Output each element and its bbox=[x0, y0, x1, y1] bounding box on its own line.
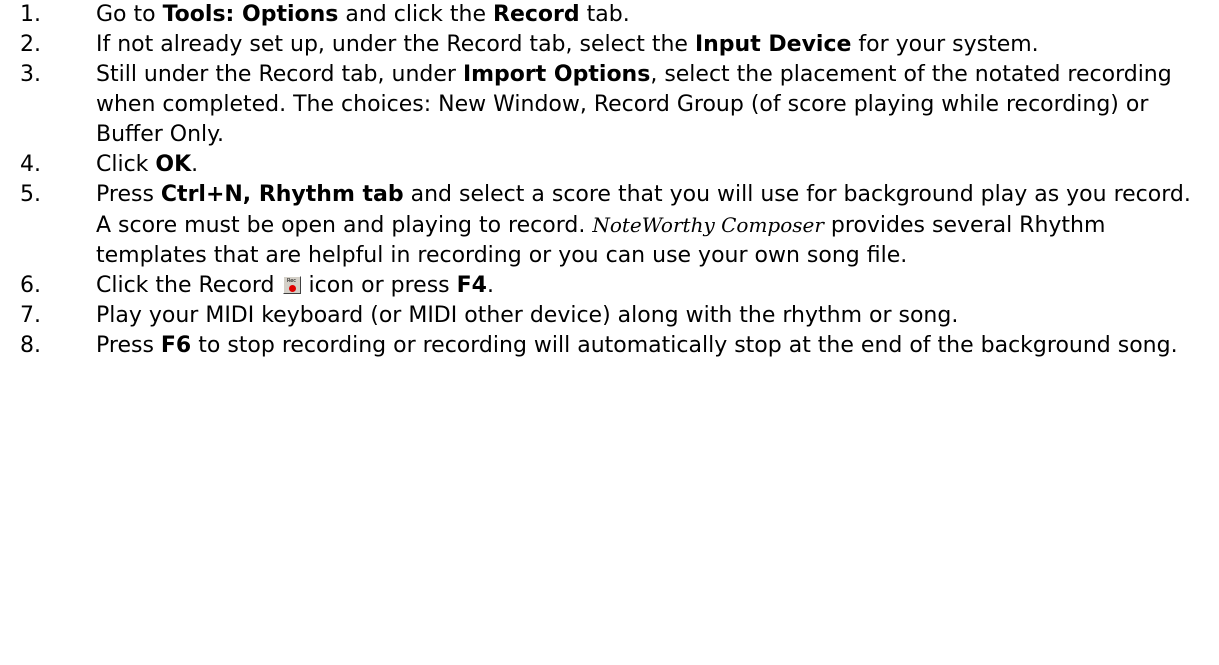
list-item: 7. Play your MIDI keyboard (or MIDI other… bbox=[0, 301, 1219, 331]
step-text: Still under the Record tab, under bbox=[96, 62, 463, 87]
tab-name: Record bbox=[493, 2, 580, 27]
shortcut-text: F6 bbox=[160, 333, 192, 358]
step-number: 7. bbox=[20, 303, 41, 328]
shortcut-text: F4 bbox=[456, 273, 487, 298]
record-dot bbox=[288, 285, 296, 292]
step-text: Press bbox=[96, 182, 161, 207]
list-item: 8. Press F6 to stop recording or recordin… bbox=[0, 331, 1219, 361]
step-text: Click bbox=[96, 152, 156, 177]
step-text: for your system. bbox=[851, 32, 1039, 57]
list-item: 2. If not already set up, under the Recor… bbox=[0, 30, 1219, 60]
step-number: 3. bbox=[20, 62, 41, 87]
product-name: NoteWorthy Composer bbox=[592, 213, 824, 237]
record-icon: Rec bbox=[282, 276, 301, 294]
step-text: . bbox=[486, 273, 494, 298]
step-number: 8. bbox=[20, 333, 41, 358]
list-item: 3. Still under the Record tab, under Impo… bbox=[0, 60, 1219, 150]
list-item: 6. Click the Record Rec icon or press F4. bbox=[0, 271, 1219, 301]
button-name: OK bbox=[155, 152, 192, 177]
step-text: Play your MIDI keyboard (or MIDI other d… bbox=[96, 303, 959, 328]
list-item: 1. Go to Tools: Options and click the Rec… bbox=[0, 0, 1219, 30]
step-text: Click the Record bbox=[96, 273, 275, 298]
step-text: . bbox=[191, 152, 199, 177]
step-text: tab. bbox=[579, 2, 630, 27]
list-item: 5. Press Ctrl+N, Rhythm tab and select a … bbox=[0, 180, 1219, 271]
step-text: and click the bbox=[338, 2, 494, 27]
step-number: 6. bbox=[20, 273, 41, 298]
option-name: Import Options bbox=[462, 62, 651, 87]
step-text: If not already set up, under the Record … bbox=[96, 32, 695, 57]
menu-path: Tools: Options bbox=[162, 2, 339, 27]
instruction-list: 1. Go to Tools: Options and click the Rec… bbox=[0, 0, 1219, 361]
step-number: 5. bbox=[20, 182, 41, 207]
step-number: 1. bbox=[20, 2, 41, 27]
step-text: to stop recording or recording will auto… bbox=[191, 333, 1178, 358]
list-item: 4. Click OK. bbox=[0, 150, 1219, 180]
option-name: Input Device bbox=[694, 32, 852, 57]
step-number: 4. bbox=[20, 152, 41, 177]
step-text: Press bbox=[96, 333, 161, 358]
step-number: 2. bbox=[20, 32, 41, 57]
step-text: icon or press bbox=[308, 273, 457, 298]
record-icon-label: Rec bbox=[286, 278, 297, 284]
shortcut-text: Ctrl+N, Rhythm tab bbox=[160, 182, 404, 207]
step-text: Go to bbox=[96, 2, 163, 27]
